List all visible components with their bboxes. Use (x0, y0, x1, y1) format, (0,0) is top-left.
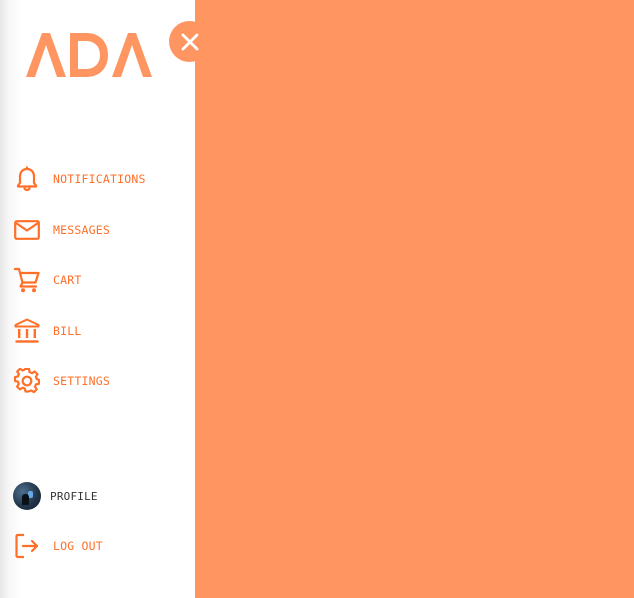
avatar (13, 482, 41, 510)
sidebar-item-settings[interactable]: SETTINGS (13, 366, 183, 396)
app-screen: NOTIFICATIONS MESSAGES CART BILL SETTING… (0, 0, 634, 598)
sidebar-item-profile[interactable]: PROFILE (13, 481, 183, 511)
close-sidebar-button[interactable] (169, 21, 210, 62)
logout-icon (13, 532, 41, 560)
sidebar-item-label: LOG OUT (53, 539, 103, 553)
sidebar-item-label: MESSAGES (53, 223, 110, 237)
sidebar-item-label: SETTINGS (53, 374, 110, 388)
sidebar-item-notifications[interactable]: NOTIFICATIONS (13, 164, 183, 194)
logout-button[interactable]: LOG OUT (13, 531, 183, 561)
bell-icon (13, 165, 41, 193)
cart-icon (13, 266, 41, 294)
sidebar-item-label: NOTIFICATIONS (53, 172, 146, 186)
sidebar-item-messages[interactable]: MESSAGES (13, 215, 183, 245)
sidebar: NOTIFICATIONS MESSAGES CART BILL SETTING… (0, 0, 195, 598)
close-icon (181, 33, 199, 51)
ada-logo (26, 33, 152, 77)
sidebar-item-label: BILL (53, 324, 82, 338)
sidebar-item-bill[interactable]: BILL (13, 316, 183, 346)
ada-logo-graphic (26, 33, 152, 77)
envelope-icon (13, 216, 41, 244)
bank-icon (13, 317, 41, 345)
sidebar-item-cart[interactable]: CART (13, 265, 183, 295)
gear-icon (13, 367, 41, 395)
sidebar-item-label: CART (53, 273, 82, 287)
sidebar-item-label: PROFILE (50, 489, 98, 503)
